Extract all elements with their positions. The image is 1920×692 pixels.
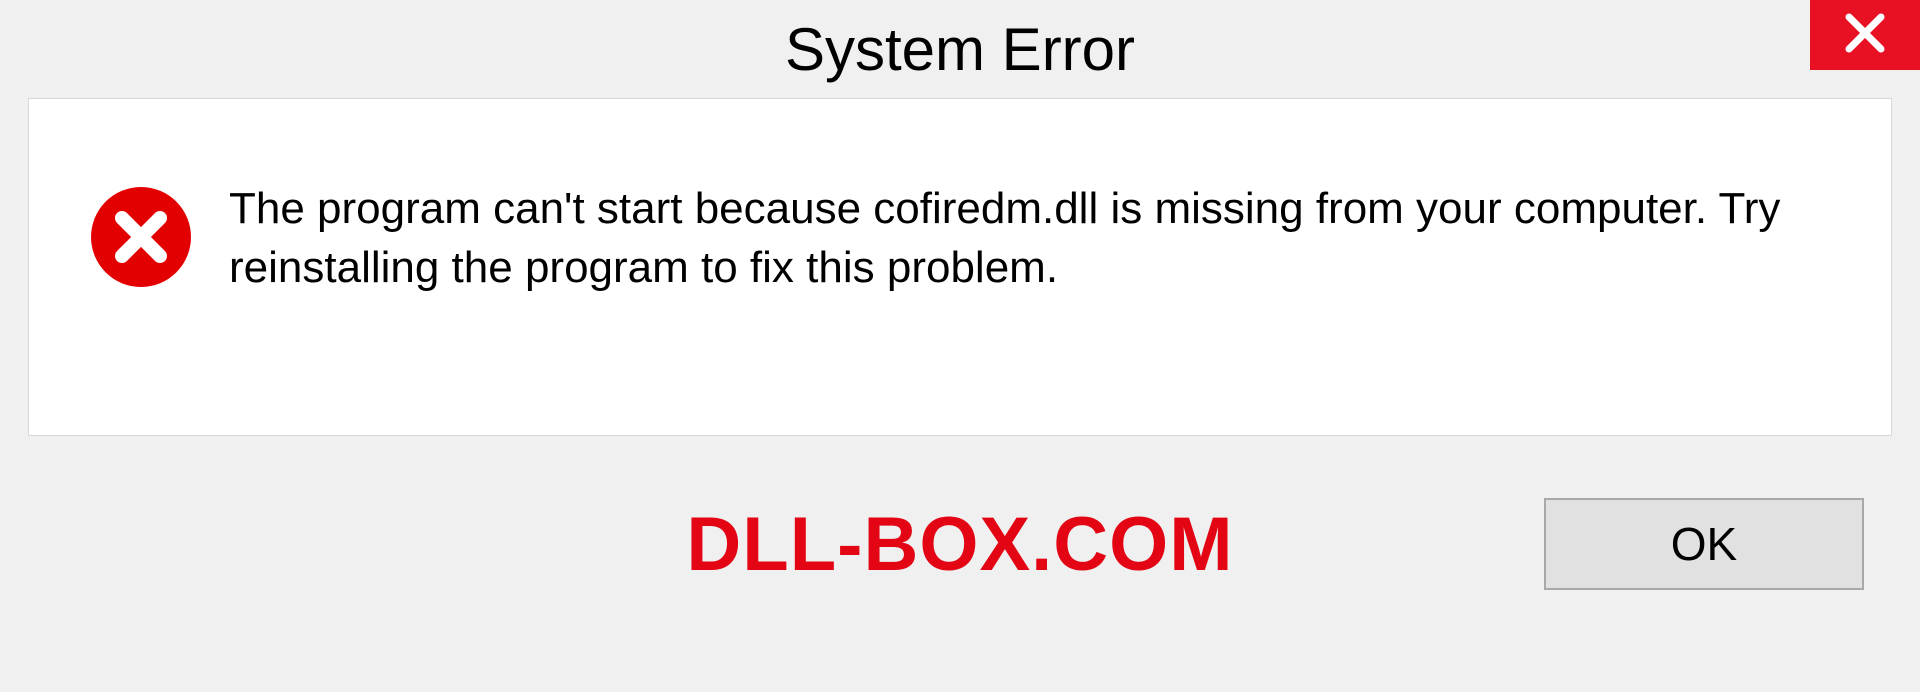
close-button[interactable]	[1810, 0, 1920, 70]
dialog-content: The program can't start because cofiredm…	[28, 98, 1892, 436]
watermark-text: DLL-BOX.COM	[686, 501, 1233, 588]
ok-button-label: OK	[1671, 517, 1737, 571]
close-icon	[1843, 11, 1887, 60]
dialog-footer: DLL-BOX.COM OK	[28, 436, 1892, 652]
ok-button[interactable]: OK	[1544, 498, 1864, 590]
titlebar: System Error	[0, 0, 1920, 98]
error-message: The program can't start because cofiredm…	[229, 179, 1829, 298]
error-icon	[89, 185, 193, 289]
dialog-title: System Error	[785, 15, 1135, 84]
